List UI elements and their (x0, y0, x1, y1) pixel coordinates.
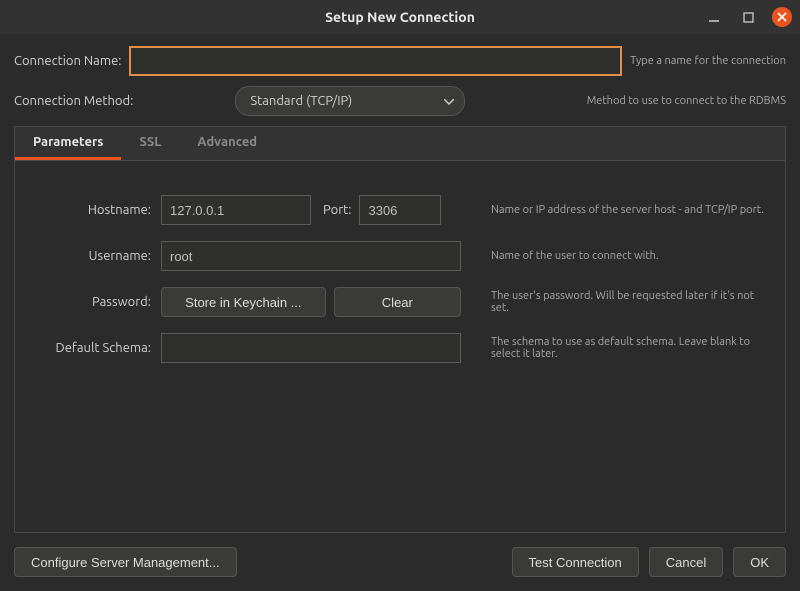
connection-name-hint: Type a name for the connection (630, 55, 786, 67)
hostname-label: Hostname: (33, 203, 151, 217)
store-keychain-button[interactable]: Store in Keychain ... (161, 287, 326, 317)
connection-method-label: Connection Method: (14, 94, 133, 108)
hostname-row: Hostname: Port: Name or IP address of th… (33, 195, 767, 225)
tab-parameters[interactable]: Parameters (15, 127, 121, 160)
dialog-content: Connection Name: Type a name for the con… (0, 34, 800, 591)
hostname-desc: Name or IP address of the server host - … (471, 204, 767, 216)
title-bar: Setup New Connection (0, 0, 800, 34)
tabs-bar: Parameters SSL Advanced (15, 127, 785, 161)
connection-name-input[interactable] (129, 46, 622, 76)
configure-server-button[interactable]: Configure Server Management... (14, 547, 237, 577)
minimize-icon[interactable] (704, 7, 724, 27)
test-connection-button[interactable]: Test Connection (512, 547, 639, 577)
tab-ssl[interactable]: SSL (121, 127, 179, 160)
username-desc: Name of the user to connect with. (471, 250, 767, 262)
connection-method-select[interactable]: Standard (TCP/IP) (235, 86, 465, 116)
port-label: Port: (323, 203, 351, 217)
password-desc: The user's password. Will be requested l… (471, 290, 767, 314)
maximize-icon[interactable] (738, 7, 758, 27)
tab-advanced[interactable]: Advanced (179, 127, 275, 160)
ok-button[interactable]: OK (733, 547, 786, 577)
chevron-down-icon (444, 94, 454, 108)
password-label: Password: (33, 295, 151, 309)
connection-method-hint: Method to use to connect to the RDBMS (587, 95, 786, 107)
hostname-input[interactable] (161, 195, 311, 225)
port-input[interactable] (359, 195, 441, 225)
tabs-container: Parameters SSL Advanced Hostname: Port: … (14, 126, 786, 533)
connection-method-row: Connection Method: Standard (TCP/IP) Met… (14, 86, 786, 116)
schema-desc: The schema to use as default schema. Lea… (471, 336, 767, 360)
password-row: Password: Store in Keychain ... Clear Th… (33, 287, 767, 317)
default-schema-input[interactable] (161, 333, 461, 363)
footer-bar: Configure Server Management... Test Conn… (14, 533, 786, 577)
connection-name-label: Connection Name: (14, 54, 121, 68)
tab-body-parameters: Hostname: Port: Name or IP address of th… (15, 161, 785, 532)
schema-label: Default Schema: (33, 341, 151, 355)
username-input[interactable] (161, 241, 461, 271)
connection-method-value: Standard (TCP/IP) (250, 94, 352, 108)
connection-name-row: Connection Name: Type a name for the con… (14, 46, 786, 76)
username-row: Username: Name of the user to connect wi… (33, 241, 767, 271)
window-title: Setup New Connection (0, 9, 800, 25)
username-label: Username: (33, 249, 151, 263)
schema-row: Default Schema: The schema to use as def… (33, 333, 767, 363)
close-icon[interactable] (772, 7, 792, 27)
cancel-button[interactable]: Cancel (649, 547, 723, 577)
clear-password-button[interactable]: Clear (334, 287, 461, 317)
